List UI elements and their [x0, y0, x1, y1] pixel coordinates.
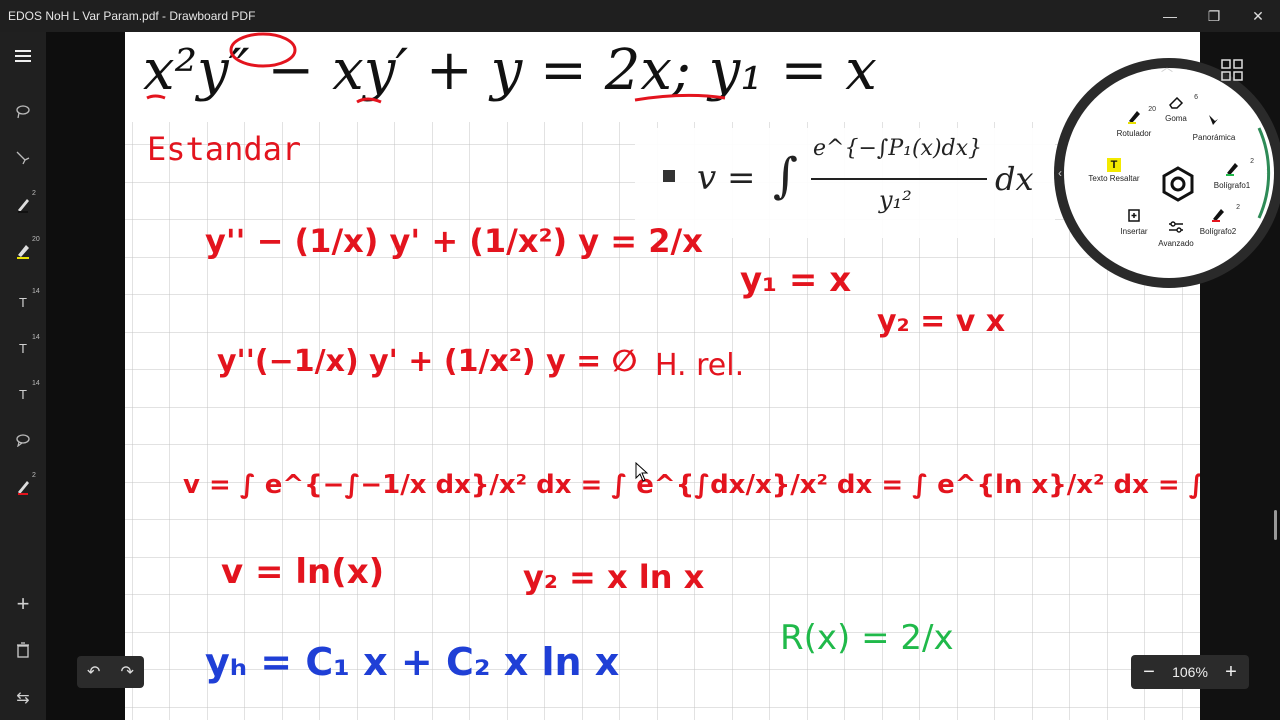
highlighter-count: 20	[32, 236, 40, 243]
undo-button[interactable]: ↶	[87, 662, 100, 682]
swap-icon[interactable]: ⇆	[0, 678, 46, 718]
text-icon: T	[19, 386, 27, 402]
hw-y1: y₁ = x	[740, 260, 852, 300]
close-button[interactable]: ✕	[1236, 0, 1280, 32]
text-size-1: 14	[32, 288, 40, 295]
hw-h-rel: H. rel.	[655, 348, 745, 383]
radial-accent-arc	[1257, 127, 1271, 219]
redo-button[interactable]: ↷	[121, 662, 134, 682]
pen-tool-red[interactable]: 2	[0, 466, 46, 506]
lasso-icon[interactable]	[0, 92, 46, 132]
highlighter-tool[interactable]: 20	[0, 230, 46, 270]
hw-rx: R(x) = 2/x	[780, 618, 954, 658]
comment-icon[interactable]	[0, 420, 46, 460]
hw-yh: yₕ = C₁ x + C₂ x ln x	[205, 640, 620, 684]
hw-v-result: v = ln(x)	[221, 552, 385, 592]
fraction-bar	[811, 178, 987, 180]
title-bar: EDOS NoH L Var Param.pdf - Drawboard PDF…	[0, 0, 1280, 32]
text-tool-2[interactable]: T 14	[0, 328, 46, 368]
hw-estandar: Estandar	[147, 130, 302, 168]
radial-menu: 20 Rotulador 6 Goma Panorámica T Texto R…	[1054, 58, 1280, 288]
window-controls: — ❐ ✕	[1148, 0, 1280, 32]
app-window: EDOS NoH L Var Param.pdf - Drawboard PDF…	[0, 0, 1280, 720]
pdf-page[interactable]: x²y″ − xy′ + y = 2x; y₁ = x v = ∫ e^{−∫P…	[125, 32, 1200, 720]
trash-icon[interactable]	[0, 630, 46, 670]
window-title: EDOS NoH L Var Param.pdf - Drawboard PDF	[8, 9, 256, 23]
hw-y2: y₂ = v x	[877, 304, 1006, 339]
text-icon: T	[19, 294, 27, 310]
v-lhs: v =	[697, 158, 756, 198]
pen-icon	[18, 199, 29, 213]
highlighter-icon	[17, 245, 29, 259]
grid-view-icon[interactable]	[1220, 58, 1244, 82]
pen-icon	[18, 481, 29, 495]
cursor-icon	[635, 462, 649, 482]
bullet-icon	[663, 170, 675, 182]
laser-icon[interactable]	[0, 138, 46, 178]
vertical-scrollbar[interactable]	[1274, 510, 1277, 540]
zoom-in-button[interactable]: +	[1221, 661, 1241, 684]
text-tool-3[interactable]: T 14	[0, 374, 46, 414]
hamburger-icon[interactable]	[0, 36, 46, 76]
left-toolbar: 2 20 T 14 T 14 T 14 2 + ⇆	[0, 32, 46, 720]
text-size-2: 14	[32, 334, 40, 341]
v-dx: dx	[995, 160, 1034, 198]
hw-standard-form: y'' − (1/x) y' + (1/x²) y = 2/x	[205, 222, 703, 260]
v-integral-sign: ∫	[773, 148, 799, 204]
undo-redo-bar: ↶ ↷	[77, 656, 144, 688]
text-icon: T	[19, 340, 27, 356]
hw-v-integral: v = ∫ e^{−∫−1/x dx}/x² dx = ∫ e^{∫dx/x}/…	[183, 470, 1200, 500]
zoom-out-button[interactable]: −	[1139, 661, 1159, 684]
hw-homogeneous: y''(−1/x) y' + (1/x²) y = ∅	[217, 344, 638, 379]
equation-annotations	[146, 32, 726, 104]
zoom-control: − 106% +	[1131, 655, 1249, 689]
pen-count: 2	[32, 190, 36, 197]
text-size-3: 14	[32, 380, 40, 387]
pen-tool-black[interactable]: 2	[0, 184, 46, 224]
text-tool-1[interactable]: T 14	[0, 282, 46, 322]
v-numerator: e^{−∫P₁(x)dx}	[813, 136, 983, 161]
maximize-button[interactable]: ❐	[1192, 0, 1236, 32]
hw-y2-result: y₂ = x ln x	[523, 558, 705, 596]
zoom-level[interactable]: 106%	[1172, 664, 1208, 680]
pen-red-count: 2	[32, 472, 36, 479]
plus-icon[interactable]: +	[0, 584, 46, 624]
v-denominator: y₁²	[879, 186, 912, 214]
minimize-button[interactable]: —	[1148, 0, 1192, 32]
